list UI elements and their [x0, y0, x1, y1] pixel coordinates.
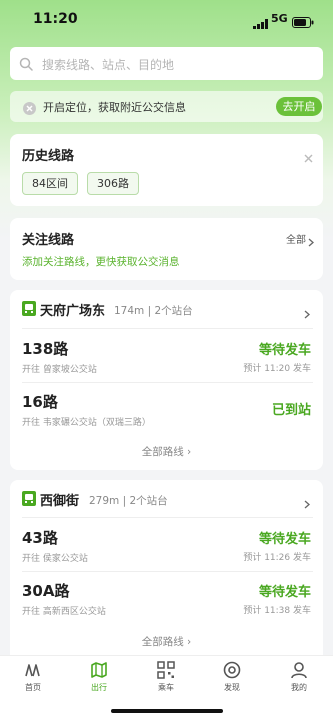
home-icon	[25, 664, 40, 677]
stop-name[interactable]: 天府广场东	[40, 300, 105, 319]
stop-card: 西御街 279m | 2个站台 43路 开往 侯家公交站 等待发车 预计 11:…	[10, 480, 323, 670]
network-label: 5G	[271, 12, 288, 25]
route-name: 30A路	[22, 582, 70, 600]
tab-label: 乘车	[158, 683, 174, 692]
chevron-right-icon[interactable]	[304, 494, 310, 513]
chevron-right-icon[interactable]	[308, 232, 314, 251]
all-routes-label: 全部路线	[141, 446, 184, 458]
close-icon[interactable]	[23, 100, 36, 119]
location-banner-text: 开启定位，获取附近公交信息	[43, 101, 186, 114]
tab-label: 发现	[224, 683, 240, 692]
route-destination: 开往 高新西区公交站	[22, 607, 106, 617]
divider	[22, 571, 313, 572]
route-eta: 预计 11:26 发车	[243, 553, 311, 563]
clear-history-icon[interactable]	[304, 148, 313, 167]
route-status: 等待发车	[258, 585, 311, 600]
enable-location-button[interactable]: 去开启	[276, 97, 322, 116]
map-icon	[91, 662, 107, 678]
tab-label: 我的	[291, 683, 307, 692]
location-banner: 开启定位，获取附近公交信息 去开启	[10, 91, 323, 122]
battery-icon	[292, 13, 314, 32]
stop-card: 天府广场东 174m | 2个站台 138路 开往 曾家坡公交站 等待发车 预计…	[10, 290, 323, 470]
divider	[22, 517, 313, 518]
search-input[interactable]: 搜索线路、站点、目的地	[10, 47, 323, 80]
discover-icon	[223, 661, 241, 679]
stop-meta: 174m | 2个站台	[114, 305, 193, 317]
follow-card: 关注线路 全部 添加关注路线，更快获取公交消息	[10, 218, 323, 280]
search-placeholder: 搜索线路、站点、目的地	[42, 58, 175, 72]
route-destination: 开往 侯家公交站	[22, 554, 88, 564]
history-title: 历史线路	[22, 149, 75, 164]
home-indicator	[111, 709, 223, 713]
profile-icon	[291, 662, 307, 679]
follow-title: 关注线路	[22, 233, 75, 248]
all-routes-link[interactable]: 全部路线 ›	[10, 634, 323, 649]
route-status: 等待发车	[258, 532, 311, 547]
status-time: 11:20	[33, 11, 78, 27]
stop-name[interactable]: 西御街	[40, 490, 79, 509]
route-name: 43路	[22, 529, 58, 547]
route-destination: 开往 曾家坡公交站	[22, 365, 97, 375]
bus-stop-icon	[22, 491, 36, 510]
route-status: 等待发车	[258, 343, 311, 358]
status-bar: 11:20 5G	[0, 0, 333, 40]
history-card: 历史线路 84区间 306路	[10, 134, 323, 206]
chevron-right-icon[interactable]	[304, 304, 310, 323]
bus-stop-icon	[22, 301, 36, 320]
divider	[22, 382, 313, 383]
history-chip[interactable]: 306路	[87, 172, 139, 195]
tab-trip[interactable]: 出行	[66, 656, 132, 696]
history-chip[interactable]: 84区间	[22, 172, 78, 195]
tab-label: 出行	[91, 683, 107, 692]
signal-icon	[253, 14, 269, 33]
tab-profile[interactable]: 我的	[266, 656, 332, 696]
tab-label: 首页	[25, 683, 41, 692]
search-icon	[19, 56, 33, 75]
route-eta: 预计 11:38 发车	[243, 606, 311, 616]
follow-all-link[interactable]: 全部	[286, 231, 306, 246]
route-status: 已到站	[271, 403, 311, 418]
route-name: 138路	[22, 340, 69, 358]
stop-meta: 279m | 2个站台	[89, 495, 168, 507]
route-name: 16路	[22, 393, 58, 411]
tab-home[interactable]: 首页	[0, 656, 66, 696]
all-routes-link[interactable]: 全部路线 ›	[10, 444, 323, 459]
tab-ride[interactable]: 乘车	[133, 656, 199, 696]
tab-discover[interactable]: 发现	[199, 656, 265, 696]
divider	[22, 328, 313, 329]
all-routes-label: 全部路线	[141, 636, 184, 648]
qr-code-icon	[157, 661, 175, 679]
route-destination: 开往 韦家碾公交站（双瑞三路）	[22, 418, 151, 428]
route-eta: 预计 11:20 发车	[243, 364, 311, 374]
follow-hint[interactable]: 添加关注路线，更快获取公交消息	[22, 254, 180, 269]
